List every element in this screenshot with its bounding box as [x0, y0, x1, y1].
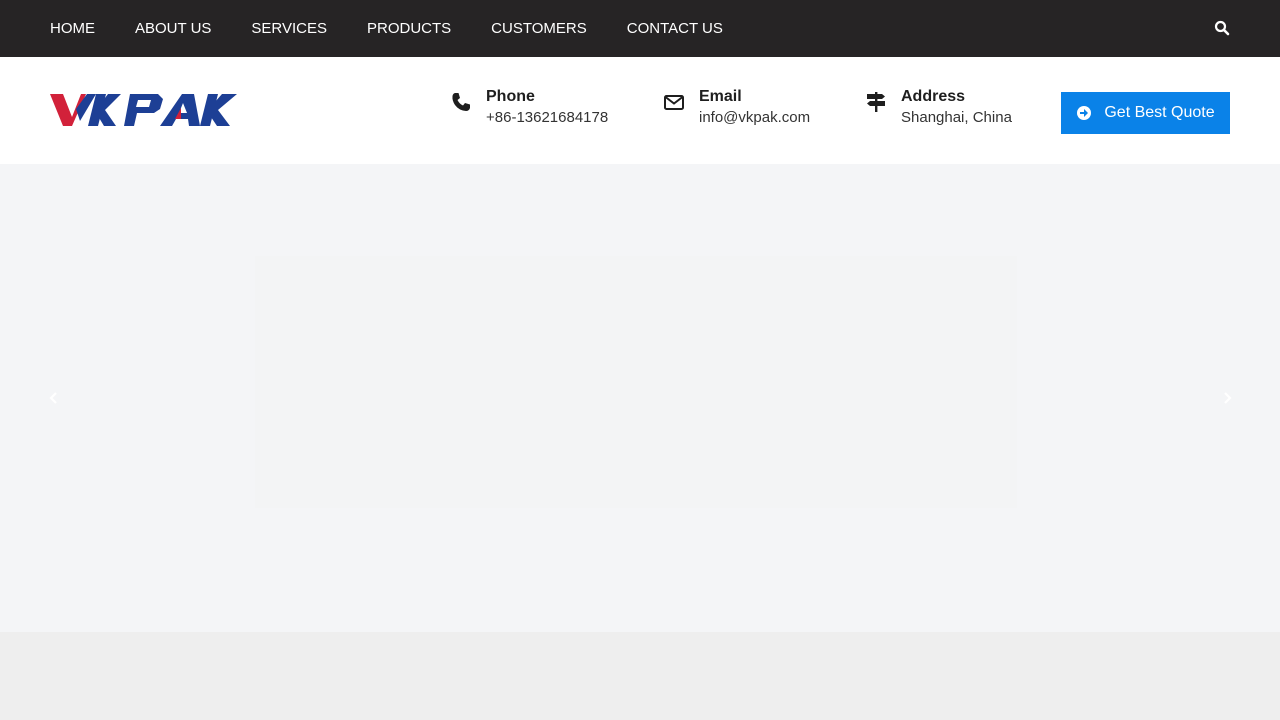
email-info: Email info@vkpak.com: [663, 87, 810, 129]
address-label: Address: [901, 88, 966, 105]
hero-slider: [0, 164, 1280, 632]
nav-item-customers[interactable]: CUSTOMERS: [491, 0, 587, 57]
nav-item-about-us[interactable]: ABOUT US: [135, 0, 211, 57]
get-best-quote-label: Get Best Quote: [1104, 104, 1215, 121]
phone-label: Phone: [486, 88, 535, 105]
chevron-left-icon[interactable]: [47, 390, 61, 406]
arrow-circle-right-icon: [1076, 105, 1092, 121]
chevron-right-icon[interactable]: [1220, 390, 1234, 406]
nav-item-products[interactable]: PRODUCTS: [367, 0, 451, 57]
signpost-icon: [865, 91, 887, 113]
slide-image-placeholder: [255, 256, 1017, 508]
below-fold-section: [0, 632, 1280, 720]
address-info: Address Shanghai, China: [865, 87, 1012, 129]
main-nav: HOME ABOUT US SERVICES PRODUCTS CUSTOMER…: [50, 0, 763, 60]
phone-icon: [450, 91, 472, 113]
phone-value[interactable]: +86-13621684178: [486, 107, 608, 129]
email-label: Email: [699, 88, 742, 105]
site-header: Phone +86-13621684178 Email info@vkpak.c…: [0, 57, 1280, 164]
email-value[interactable]: info@vkpak.com: [699, 107, 810, 129]
address-value: Shanghai, China: [901, 109, 1012, 126]
nav-item-services[interactable]: SERVICES: [251, 0, 327, 57]
nav-item-home[interactable]: HOME: [50, 0, 95, 60]
logo[interactable]: [50, 91, 252, 129]
envelope-icon: [663, 91, 685, 113]
get-best-quote-button[interactable]: Get Best Quote: [1061, 92, 1230, 134]
nav-item-contact-us[interactable]: CONTACT US: [627, 0, 723, 57]
phone-info: Phone +86-13621684178: [450, 87, 608, 129]
search-icon[interactable]: [1214, 20, 1230, 36]
top-nav-bar: HOME ABOUT US SERVICES PRODUCTS CUSTOMER…: [0, 0, 1280, 60]
